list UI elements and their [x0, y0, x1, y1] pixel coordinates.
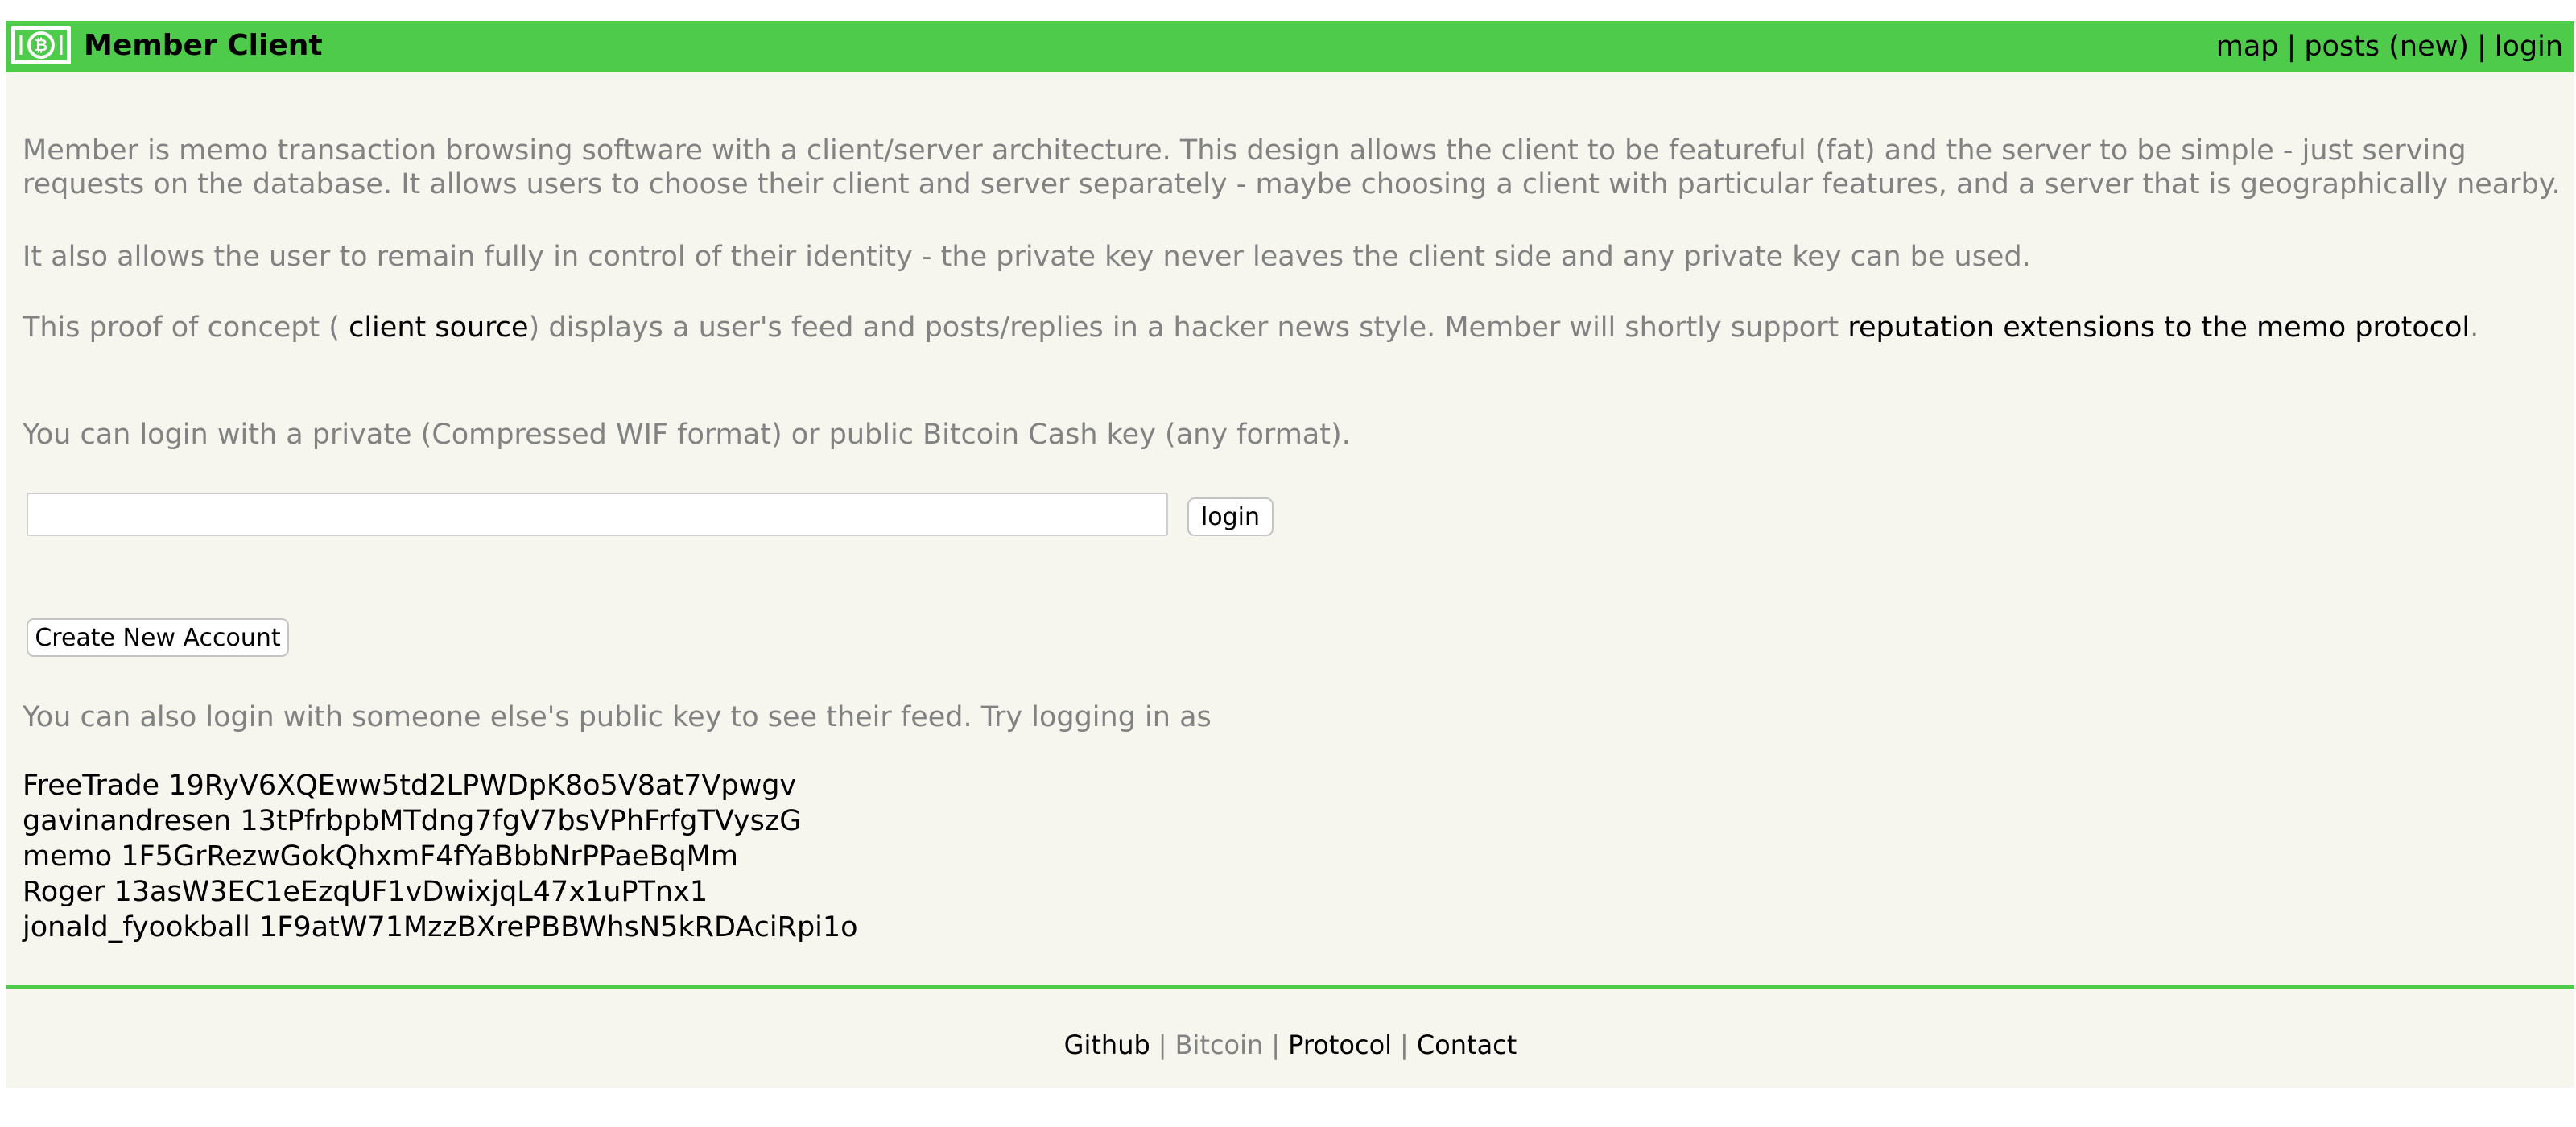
intro-paragraph-2: It also allows the user to remain fully …	[23, 241, 2031, 273]
account-name: FreeTrade	[23, 770, 160, 802]
account-name: memo	[23, 840, 113, 873]
svg-text:₿: ₿	[35, 35, 47, 55]
footer-bitcoin-link[interactable]: Bitcoin	[1175, 1030, 1264, 1060]
intro-paragraph-1: Member is memo transaction browsing soft…	[23, 134, 2566, 201]
example-account[interactable]: jonald_fyookball 1F9atW71MzzBXrePBBWhsN5…	[23, 910, 858, 945]
account-name: Roger	[23, 876, 105, 908]
account-key: 13tPfrbpbMTdng7fgV7bsVPhFrfgTVyszG	[240, 805, 802, 837]
bitcoin-cash-logo-icon[interactable]: ₿	[10, 24, 72, 66]
try-login-text: You can also login with someone else's p…	[23, 701, 1212, 733]
example-accounts-list: FreeTrade 19RyV6XQEww5td2LPWDpK8o5V8at7V…	[23, 768, 858, 945]
intro-paragraph-1-line-2: requests on the database. It allows user…	[23, 168, 2561, 200]
app-title: Member Client	[84, 29, 323, 62]
footer-github-link[interactable]: Github	[1064, 1030, 1150, 1060]
top-bar: ₿ Member Client map | posts (new) | login	[6, 21, 2574, 72]
footer-contact-link[interactable]: Contact	[1417, 1030, 1517, 1060]
footer: Github | Bitcoin | Protocol | Contact	[6, 1029, 2574, 1061]
account-key: 1F5GrRezwGokQhxmF4fYaBbbNrPPaeBqMm	[121, 840, 738, 873]
nav-separator: |	[2476, 31, 2487, 63]
create-account-button[interactable]: Create New Account	[27, 618, 289, 657]
footer-separator: |	[1158, 1030, 1167, 1060]
client-source-link[interactable]: client source	[349, 312, 528, 344]
account-name: jonald_fyookball	[23, 911, 250, 943]
account-name: gavinandresen	[23, 805, 232, 837]
top-nav: map | posts (new) | login	[2216, 31, 2563, 63]
account-key: 1F9atW71MzzBXrePBBWhsN5kRDAciRpi1o	[258, 911, 858, 943]
key-input[interactable]	[27, 493, 1168, 536]
nav-login-link[interactable]: login	[2495, 31, 2563, 63]
login-instructions: You can login with a private (Compressed…	[23, 419, 1351, 451]
example-account[interactable]: FreeTrade 19RyV6XQEww5td2LPWDpK8o5V8at7V…	[23, 768, 858, 803]
footer-divider	[6, 985, 2574, 989]
intro-paragraph-3-text-start: This proof of concept (	[23, 312, 349, 344]
intro-paragraph-3-text-end: .	[2470, 312, 2479, 344]
footer-protocol-link[interactable]: Protocol	[1288, 1030, 1392, 1060]
footer-separator: |	[1271, 1030, 1281, 1060]
account-key: 19RyV6XQEww5td2LPWDpK8o5V8at7Vpwgv	[168, 770, 797, 802]
intro-paragraph-1-line-1: Member is memo transaction browsing soft…	[23, 134, 2467, 167]
footer-separator: |	[1400, 1030, 1409, 1060]
login-button[interactable]: login	[1187, 497, 1274, 536]
page: ₿ Member Client map | posts (new) | login Me…	[6, 21, 2574, 1088]
nav-map-link[interactable]: map	[2216, 31, 2279, 63]
example-account[interactable]: gavinandresen 13tPfrbpbMTdng7fgV7bsVPhFr…	[23, 803, 858, 839]
nav-posts-new-link[interactable]: posts (new)	[2304, 31, 2469, 63]
reputation-extensions-link[interactable]: reputation extensions to the memo protoc…	[1847, 312, 2470, 344]
example-account[interactable]: memo 1F5GrRezwGokQhxmF4fYaBbbNrPPaeBqMm	[23, 839, 858, 874]
intro-paragraph-3-text-middle: ) displays a user's feed and posts/repli…	[528, 312, 1848, 344]
example-account[interactable]: Roger 13asW3EC1eEzqUF1vDwixjqL47x1uPTnx1	[23, 874, 858, 910]
intro-paragraph-3: This proof of concept ( client source) d…	[23, 311, 2566, 345]
account-key: 13asW3EC1eEzqUF1vDwixjqL47x1uPTnx1	[114, 876, 708, 908]
nav-separator: |	[2286, 31, 2297, 63]
